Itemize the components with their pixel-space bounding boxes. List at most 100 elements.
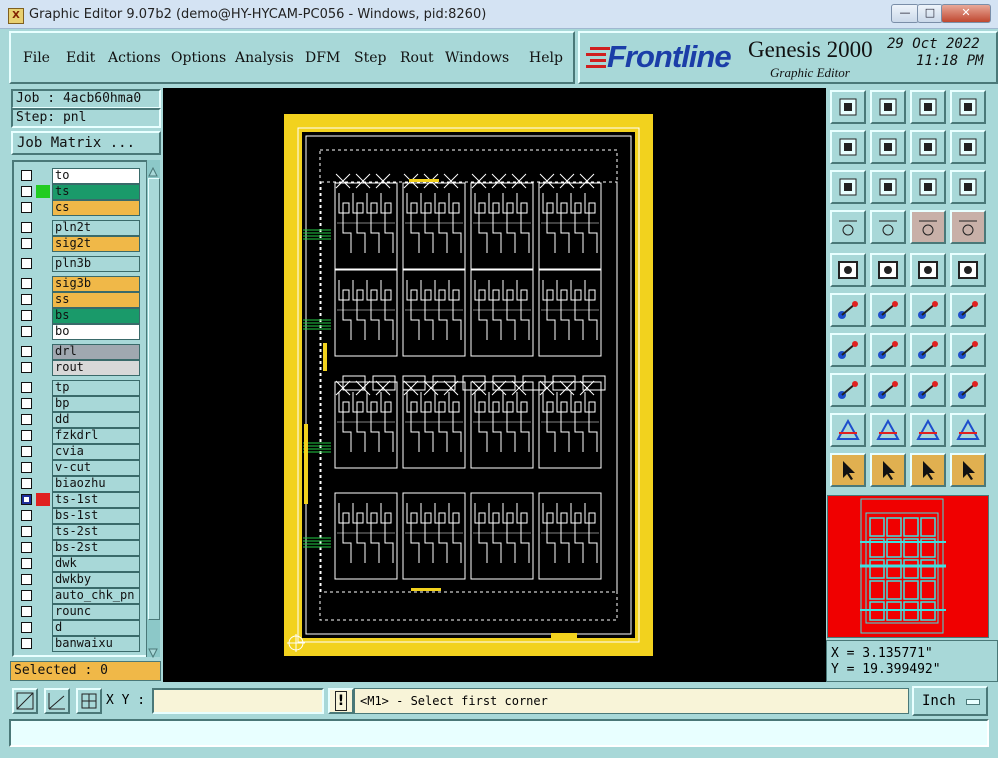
triangle-icon[interactable]	[830, 413, 866, 447]
menu-help[interactable]: Help	[529, 50, 563, 66]
layer-name[interactable]: d	[52, 620, 140, 636]
move-right-icon[interactable]	[870, 130, 906, 164]
layer-checkbox[interactable]	[21, 590, 32, 601]
undo-icon[interactable]	[910, 130, 946, 164]
layer-checkbox[interactable]	[21, 414, 32, 425]
layer-name[interactable]: ts-2st	[52, 524, 140, 540]
menu-options[interactable]: Options	[171, 50, 226, 66]
layer-name[interactable]: drl	[52, 344, 140, 360]
zoom-center-icon[interactable]	[870, 170, 906, 204]
layer-row-dd[interactable]: dd	[18, 412, 142, 428]
snake-icon[interactable]	[950, 130, 986, 164]
layer-name[interactable]: pln2t	[52, 220, 140, 236]
layer-checkbox[interactable]	[21, 606, 32, 617]
layer-row-pln3b[interactable]: pln3b	[18, 256, 142, 272]
layer-row-biaozhu[interactable]: biaozhu	[18, 476, 142, 492]
layer-checkbox[interactable]	[21, 462, 32, 473]
layer-row-d[interactable]: d	[18, 620, 142, 636]
layer-checkbox[interactable]	[21, 398, 32, 409]
layer-checkbox[interactable]	[21, 202, 32, 213]
layer-name[interactable]: auto_chk_pn	[52, 588, 140, 604]
layer-row-bs-1st[interactable]: bs-1st	[18, 508, 142, 524]
layer-name[interactable]: cvia	[52, 444, 140, 460]
layer-checkbox[interactable]	[21, 494, 32, 505]
command-line[interactable]	[9, 719, 989, 747]
move-left-icon[interactable]	[830, 130, 866, 164]
menu-rout[interactable]: Rout	[400, 50, 434, 66]
line-blue-icon[interactable]	[870, 333, 906, 367]
layer-name[interactable]: ts-1st	[52, 492, 140, 508]
layer-checkbox[interactable]	[21, 222, 32, 233]
layer-name[interactable]: dd	[52, 412, 140, 428]
layer-name[interactable]: v-cut	[52, 460, 140, 476]
layer-row-cvia[interactable]: cvia	[18, 444, 142, 460]
layer-checkbox[interactable]	[21, 382, 32, 393]
layer-name[interactable]: banwaixu	[52, 636, 140, 652]
layer-name[interactable]: ss	[52, 292, 140, 308]
arc-icon[interactable]	[910, 413, 946, 447]
scroll-down-icon[interactable]	[148, 643, 158, 659]
layer-checkbox[interactable]	[21, 430, 32, 441]
resize-icon[interactable]	[910, 373, 946, 407]
layer-row-rounc[interactable]: rounc	[18, 604, 142, 620]
layers-alt-icon[interactable]	[950, 210, 986, 244]
layer-row-bo[interactable]: bo	[18, 324, 142, 340]
layer-row-ts-1st[interactable]: ts-1st	[18, 492, 142, 508]
layer-checkbox[interactable]	[21, 326, 32, 337]
layer-name[interactable]: bs-1st	[52, 508, 140, 524]
layer-row-fzkdrl[interactable]: fzkdrl	[18, 428, 142, 444]
scroll-thumb[interactable]	[148, 178, 160, 620]
layer-name[interactable]: cs	[52, 200, 140, 216]
layer-checkbox[interactable]	[21, 526, 32, 537]
grid-toggle-button[interactable]	[76, 688, 102, 714]
pad-icon[interactable]	[950, 253, 986, 287]
menu-dfm[interactable]: DFM	[305, 50, 340, 66]
layer-row-tp[interactable]: tp	[18, 380, 142, 396]
layer-checkbox[interactable]	[21, 258, 32, 269]
add-point-icon[interactable]	[910, 293, 946, 327]
layer-row-bs[interactable]: bs	[18, 308, 142, 324]
rotate-icon[interactable]	[910, 333, 946, 367]
home-icon[interactable]	[910, 90, 946, 124]
menu-edit[interactable]: Edit	[66, 50, 95, 66]
layer-checkbox[interactable]	[21, 542, 32, 553]
vertex-icon[interactable]	[950, 413, 986, 447]
layer-name[interactable]: tp	[52, 380, 140, 396]
units-selector[interactable]: Inch	[912, 686, 988, 716]
layer-row-auto-chk-pn[interactable]: auto_chk_pn	[18, 588, 142, 604]
layer-checkbox[interactable]	[21, 478, 32, 489]
layer-checkbox[interactable]	[21, 238, 32, 249]
layer-name[interactable]: pln3b	[52, 256, 140, 272]
snap-grid-button[interactable]	[12, 688, 38, 714]
scroll-up-icon[interactable]	[148, 162, 158, 177]
warning-icon[interactable]: !	[328, 688, 354, 714]
layer-checkbox[interactable]	[21, 346, 32, 357]
layer-checkbox[interactable]	[21, 446, 32, 457]
layer-row-bp[interactable]: bp	[18, 396, 142, 412]
node-icon[interactable]	[830, 373, 866, 407]
menu-step[interactable]: Step	[354, 50, 386, 66]
layer-checkbox[interactable]	[21, 638, 32, 649]
layer-row-dwkby[interactable]: dwkby	[18, 572, 142, 588]
save-icon[interactable]	[870, 90, 906, 124]
layer-checkbox[interactable]	[21, 170, 32, 181]
layer-name[interactable]: biaozhu	[52, 476, 140, 492]
layer-name[interactable]: bs-2st	[52, 540, 140, 556]
delete-point-icon[interactable]	[950, 293, 986, 327]
layer-row-drl[interactable]: drl	[18, 344, 142, 360]
layer-row-to[interactable]: to	[18, 168, 142, 184]
measure-button[interactable]	[44, 688, 70, 714]
help-icon[interactable]	[950, 170, 986, 204]
select-frame-icon[interactable]	[830, 253, 866, 287]
layer-name[interactable]: dwk	[52, 556, 140, 572]
layer-checkbox[interactable]	[21, 278, 32, 289]
layer-row-ss[interactable]: ss	[18, 292, 142, 308]
menu-windows[interactable]: Windows	[445, 50, 509, 66]
pointer-icon[interactable]	[830, 453, 866, 487]
layer-checkbox[interactable]	[21, 510, 32, 521]
ruler-icon[interactable]	[910, 253, 946, 287]
window-icon[interactable]	[950, 90, 986, 124]
layer-name[interactable]: sig2t	[52, 236, 140, 252]
layer-checkbox[interactable]	[21, 294, 32, 305]
zoom-ratio-icon[interactable]	[910, 170, 946, 204]
